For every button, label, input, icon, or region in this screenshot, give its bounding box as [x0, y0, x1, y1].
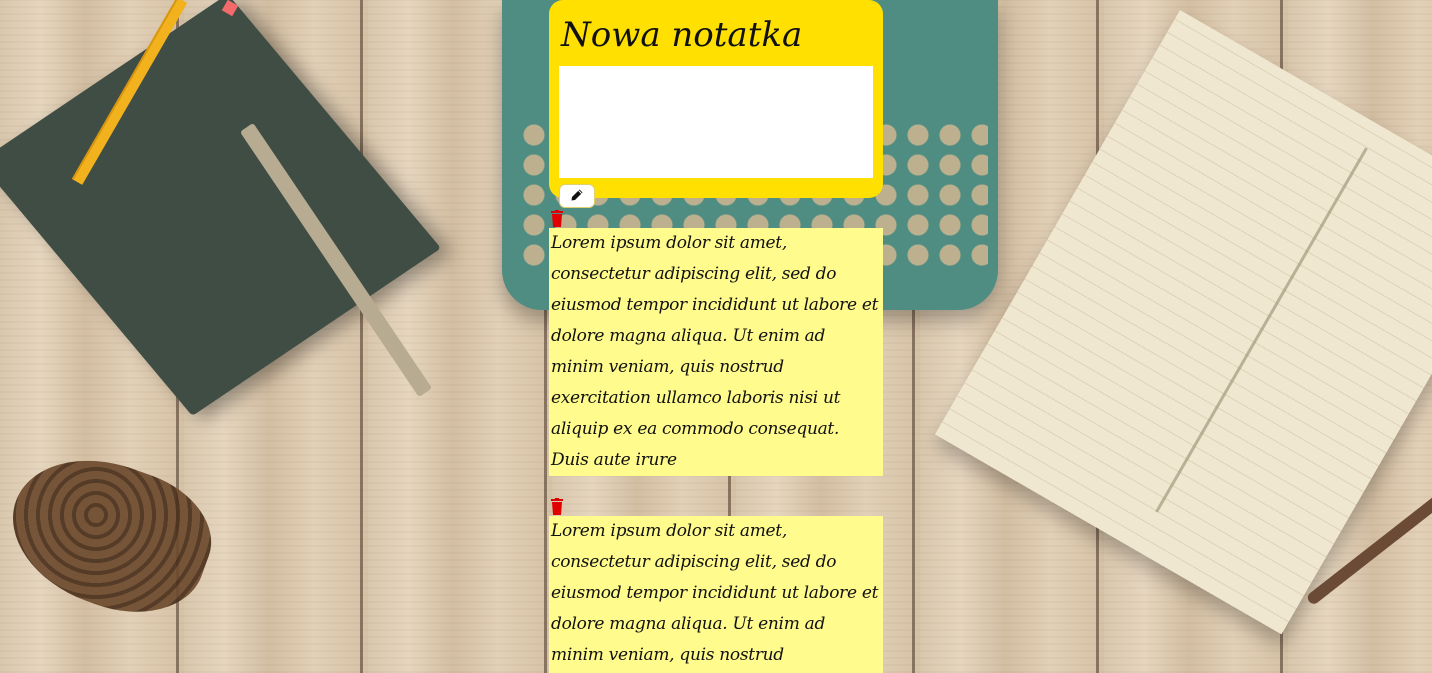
note-text: Lorem ipsum dolor sit amet, consectetur … [549, 516, 883, 673]
note-list: Lorem ipsum dolor sit amet, consectetur … [549, 210, 883, 673]
new-note-title: Nowa notatka [561, 15, 803, 55]
new-note-panel: Nowa notatka [549, 0, 883, 208]
notes-app: Nowa notatka Lorem ipsum dolor sit amet,… [549, 0, 883, 673]
note-item: Lorem ipsum dolor sit amet, consectetur … [549, 210, 883, 476]
delete-note-button[interactable] [549, 210, 565, 228]
pinecone-decoration [0, 435, 228, 635]
pencil-icon [570, 187, 584, 206]
new-note-input[interactable] [559, 66, 873, 178]
note-text: Lorem ipsum dolor sit amet, consectetur … [549, 228, 883, 476]
add-note-button[interactable] [559, 184, 595, 208]
notebook-decoration [935, 10, 1432, 635]
note-item: Lorem ipsum dolor sit amet, consectetur … [549, 498, 883, 673]
trash-icon [549, 498, 565, 520]
delete-note-button[interactable] [549, 498, 565, 516]
book-decoration [0, 0, 441, 416]
trash-icon [549, 210, 565, 232]
